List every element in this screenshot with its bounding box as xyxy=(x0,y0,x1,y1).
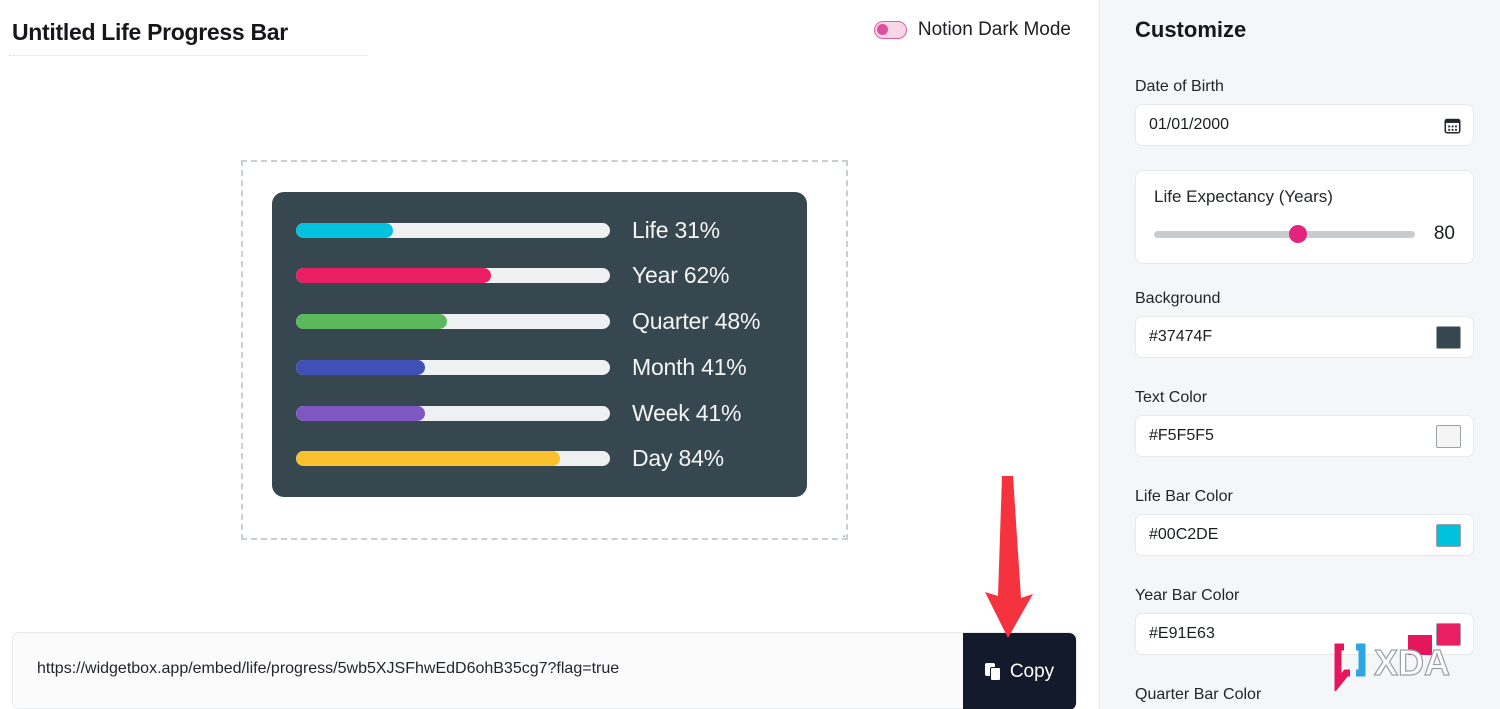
progress-row-year: Year 62% xyxy=(296,262,783,289)
progress-fill-quarter xyxy=(296,314,447,330)
life-bar-color-value: #00C2DE xyxy=(1149,526,1219,543)
life-expectancy-value: 80 xyxy=(1433,223,1455,244)
progress-row-quarter: Quarter 48% xyxy=(296,308,783,335)
embed-url-text[interactable]: https://widgetbox.app/embed/life/progres… xyxy=(37,660,619,678)
quarter-bar-color-label: Quarter Bar Color xyxy=(1135,686,1262,703)
text-color-group: Text Color #F5F5F5 xyxy=(1135,389,1474,457)
date-of-birth-value: 01/01/2000 xyxy=(1149,116,1230,133)
date-of-birth-label: Date of Birth xyxy=(1135,78,1224,95)
copy-button[interactable]: Copy xyxy=(963,633,1076,709)
progress-fill-week xyxy=(296,405,425,421)
life-expectancy-slider-row: 80 xyxy=(1154,223,1455,245)
toggle-knob xyxy=(876,24,888,35)
progress-track-year xyxy=(296,268,610,284)
title-underline xyxy=(9,55,367,56)
background-swatch[interactable] xyxy=(1436,326,1461,349)
text-color-value: #F5F5F5 xyxy=(1149,427,1214,444)
notion-dark-mode-toggle[interactable] xyxy=(873,21,907,39)
life-bar-color-group: Life Bar Color #00C2DE xyxy=(1135,488,1474,556)
life-bar-color-input[interactable]: #00C2DE xyxy=(1135,514,1474,556)
life-expectancy-label: Life Expectancy (Years) xyxy=(1154,187,1333,206)
year-bar-color-input[interactable]: #E91E63 xyxy=(1135,613,1474,655)
quarter-bar-color-group: Quarter Bar Color xyxy=(1135,686,1474,709)
progress-fill-life xyxy=(296,222,394,238)
background-value: #37474F xyxy=(1149,328,1213,345)
red-arrow-annotation xyxy=(985,476,1033,638)
progress-fill-year xyxy=(296,268,491,284)
copy-icon xyxy=(984,662,1002,681)
background-input[interactable]: #37474F xyxy=(1135,316,1474,358)
progress-label-life: Life 31% xyxy=(632,216,720,243)
date-of-birth-group: Date of Birth 01/01/2000 xyxy=(1135,78,1474,146)
main-panel: Untitled Life Progress Bar Notion Dark M… xyxy=(0,0,1099,709)
text-color-label: Text Color xyxy=(1135,389,1208,406)
background-label: Background xyxy=(1135,290,1221,307)
life-bar-color-label: Life Bar Color xyxy=(1135,488,1233,505)
year-bar-color-label: Year Bar Color xyxy=(1135,587,1240,604)
year-bar-color-group: Year Bar Color #E91E63 xyxy=(1135,587,1474,655)
year-bar-color-swatch[interactable] xyxy=(1436,623,1461,646)
life-expectancy-group: Life Expectancy (Years) 80 xyxy=(1135,170,1474,264)
progress-track-quarter xyxy=(296,314,610,330)
text-color-input[interactable]: #F5F5F5 xyxy=(1135,415,1474,457)
progress-label-year: Year 62% xyxy=(632,262,730,289)
progress-row-week: Week 41% xyxy=(296,399,783,426)
notion-dark-mode-control[interactable]: Notion Dark Mode xyxy=(873,19,1071,41)
embed-url-bar: https://widgetbox.app/embed/life/progres… xyxy=(12,632,1077,709)
progress-track-life xyxy=(296,222,610,238)
progress-fill-day xyxy=(296,451,560,467)
life-bar-color-swatch[interactable] xyxy=(1436,524,1461,547)
progress-label-month: Month 41% xyxy=(632,353,747,380)
life-expectancy-card: Life Expectancy (Years) 80 xyxy=(1135,170,1474,264)
resize-handle-icon[interactable] xyxy=(831,523,845,537)
progress-label-quarter: Quarter 48% xyxy=(632,308,761,335)
copy-button-label: Copy xyxy=(1009,660,1055,682)
page-title[interactable]: Untitled Life Progress Bar xyxy=(12,19,288,46)
progress-track-day xyxy=(296,451,610,467)
sidebar-title: Customize xyxy=(1135,17,1247,42)
date-of-birth-input[interactable]: 01/01/2000 xyxy=(1135,104,1474,146)
background-group: Background #37474F xyxy=(1135,290,1474,358)
progress-track-week xyxy=(296,405,610,421)
customize-sidebar: Customize Date of Birth 01/01/2000 Life … xyxy=(1099,0,1500,709)
calendar-icon[interactable] xyxy=(1444,117,1461,134)
life-expectancy-slider-knob[interactable] xyxy=(1288,225,1307,243)
notion-dark-mode-label: Notion Dark Mode xyxy=(917,19,1071,40)
progress-fill-month xyxy=(296,359,425,375)
progress-label-week: Week 41% xyxy=(632,399,742,426)
progress-track-month xyxy=(296,359,610,375)
progress-row-day: Day 84% xyxy=(296,445,783,472)
life-progress-widget: Life 31% Year 62% Quarter 48% Month 41% Week… xyxy=(272,192,807,497)
progress-label-day: Day 84% xyxy=(632,445,724,472)
widgetbox-editor-page: Untitled Life Progress Bar Notion Dark M… xyxy=(0,0,1500,709)
progress-row-month: Month 41% xyxy=(296,353,783,380)
year-bar-color-value: #E91E63 xyxy=(1149,625,1215,642)
widget-preview-frame[interactable]: Life 31% Year 62% Quarter 48% Month 41% Week… xyxy=(241,160,848,540)
life-expectancy-slider[interactable] xyxy=(1154,225,1415,243)
progress-row-life: Life 31% xyxy=(296,216,783,243)
text-color-swatch[interactable] xyxy=(1436,425,1461,448)
